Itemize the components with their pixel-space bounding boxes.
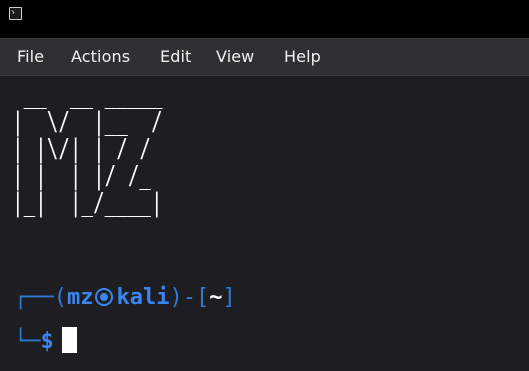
menu-view[interactable]: View (216, 48, 254, 66)
prompt-frame-bottom: └─ (14, 329, 41, 354)
text-cursor[interactable] (61, 327, 77, 353)
skull-icon (95, 288, 114, 306)
terminal-icon[interactable] (9, 7, 22, 20)
prompt-input-line[interactable]: └─$ (14, 322, 77, 354)
prompt-header: ┌──(mz kali)-[~] (14, 286, 236, 310)
ascii-banner: __ __ _____ | \/ |__ / | |\/| | / / | | … (12, 82, 163, 217)
terminal-output[interactable]: __ __ _____ | \/ |__ / | |\/| | / / | | … (0, 76, 529, 371)
prompt-dollar: $ (40, 329, 54, 354)
prompt-close: ] (222, 285, 236, 310)
banner-line-4: | | | |/ /_ (12, 161, 163, 191)
menu-actions[interactable]: Actions (71, 48, 130, 66)
banner-line-3: | |\/| | / / (12, 134, 163, 164)
menu-edit[interactable]: Edit (160, 48, 191, 66)
banner-line-2: | \/ |__ / (12, 107, 163, 137)
prompt-host: kali (116, 285, 170, 310)
banner-line-1: __ __ _____ (12, 80, 163, 110)
title-bar (0, 0, 529, 28)
menu-help[interactable]: Help (284, 48, 321, 66)
prompt-frame-top: ┌──( (14, 285, 67, 310)
prompt-cwd: ~ (209, 285, 223, 310)
banner-line-5: |_| |_/____| (12, 188, 163, 218)
menu-file[interactable]: File (17, 48, 44, 66)
prompt-separator: )-[ (169, 285, 210, 310)
menu-bar: File Actions Edit View Help (0, 38, 529, 76)
prompt-user: mz (66, 285, 94, 310)
